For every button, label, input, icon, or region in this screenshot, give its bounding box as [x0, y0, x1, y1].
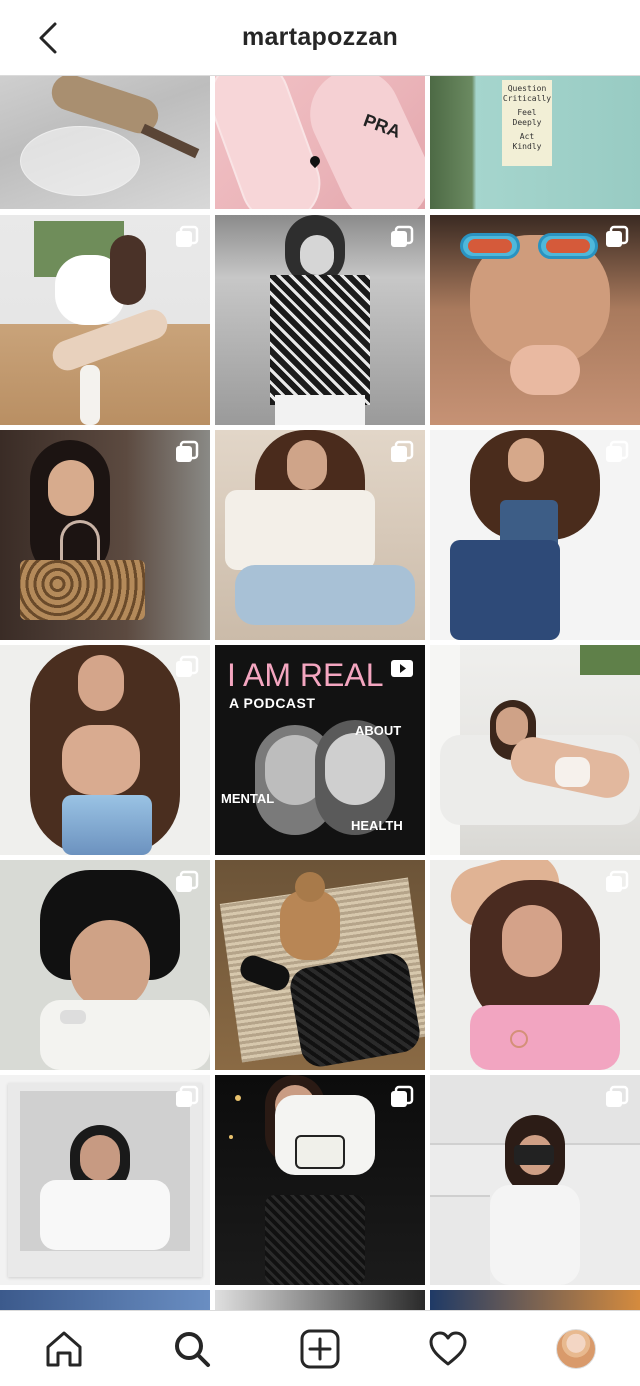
- grid-post[interactable]: [0, 430, 210, 640]
- sign-line: Critically: [502, 94, 552, 103]
- top-header: martapozzan: [0, 0, 640, 76]
- grid-post[interactable]: [0, 1290, 210, 1310]
- grid-post[interactable]: [0, 1075, 210, 1285]
- carousel-icon: [176, 1085, 199, 1107]
- carousel-icon: [606, 870, 629, 892]
- grid-post[interactable]: [215, 1290, 425, 1310]
- back-button[interactable]: [30, 20, 66, 56]
- grid-post[interactable]: [215, 860, 425, 1070]
- home-icon: [46, 1331, 82, 1366]
- sign-line: Question: [507, 84, 547, 93]
- carousel-icon: [176, 440, 199, 462]
- page-title: martapozzan: [241, 23, 399, 51]
- grid-post[interactable]: [430, 860, 640, 1070]
- grid-post[interactable]: [0, 860, 210, 1070]
- post-grid: PRA Question Critically Feel Deeply Act …: [0, 76, 640, 1310]
- grid-post[interactable]: [430, 215, 640, 425]
- search-icon: [175, 1331, 210, 1367]
- podcast-word-health: HEALTH: [351, 818, 403, 833]
- nav-new-post-button[interactable]: [290, 1319, 350, 1379]
- app-root: martapozzan PRA Question Critically Feel…: [0, 0, 640, 1386]
- sign-line: Deeply: [512, 118, 542, 127]
- avatar: [556, 1328, 596, 1369]
- bottom-navigation: [0, 1310, 640, 1386]
- grid-post[interactable]: [215, 215, 425, 425]
- nav-activity-button[interactable]: [418, 1319, 478, 1379]
- grid-post[interactable]: [215, 1075, 425, 1285]
- grid-post[interactable]: [0, 645, 210, 855]
- carousel-icon: [391, 440, 414, 462]
- sign-line: Act: [519, 132, 535, 141]
- chevron-left-icon: [39, 22, 57, 54]
- grid-post[interactable]: [0, 76, 210, 209]
- carousel-icon: [176, 655, 199, 677]
- podcast-sub: A PODCAST: [229, 695, 316, 711]
- grid-post[interactable]: PRA: [215, 76, 425, 209]
- nav-profile-button[interactable]: [546, 1319, 606, 1379]
- carousel-icon: [606, 225, 629, 247]
- grid-post[interactable]: [430, 430, 640, 640]
- grid-post[interactable]: [430, 645, 640, 855]
- podcast-headline: I AM REAL: [227, 657, 384, 693]
- carousel-icon: [606, 1085, 629, 1107]
- carousel-icon: [391, 225, 414, 247]
- grid-post[interactable]: [0, 215, 210, 425]
- carousel-icon: [176, 870, 199, 892]
- carousel-icon: [176, 225, 199, 247]
- grid-post[interactable]: [215, 430, 425, 640]
- sign-note: Question Critically Feel Deeply Act Kind…: [502, 80, 552, 166]
- podcast-word-about: ABOUT: [355, 723, 402, 738]
- grid-post[interactable]: Question Critically Feel Deeply Act Kind…: [430, 76, 640, 209]
- podcast-word-mental: MENTAL: [221, 791, 275, 806]
- carousel-icon: [606, 440, 629, 462]
- heart-icon: [429, 1331, 467, 1365]
- video-icon: [391, 660, 413, 677]
- carousel-icon: [391, 1085, 414, 1107]
- grid-post[interactable]: [430, 1075, 640, 1285]
- sign-line: Kindly: [512, 142, 542, 151]
- grid-post[interactable]: [430, 1290, 640, 1310]
- nav-home-button[interactable]: [34, 1319, 94, 1379]
- grid-post-podcast[interactable]: I AM REAL A PODCAST ABOUT MENTAL HEALTH: [215, 645, 425, 855]
- sign-line: Feel: [517, 108, 537, 117]
- plus-square-icon: [300, 1329, 340, 1368]
- nav-search-button[interactable]: [162, 1319, 222, 1379]
